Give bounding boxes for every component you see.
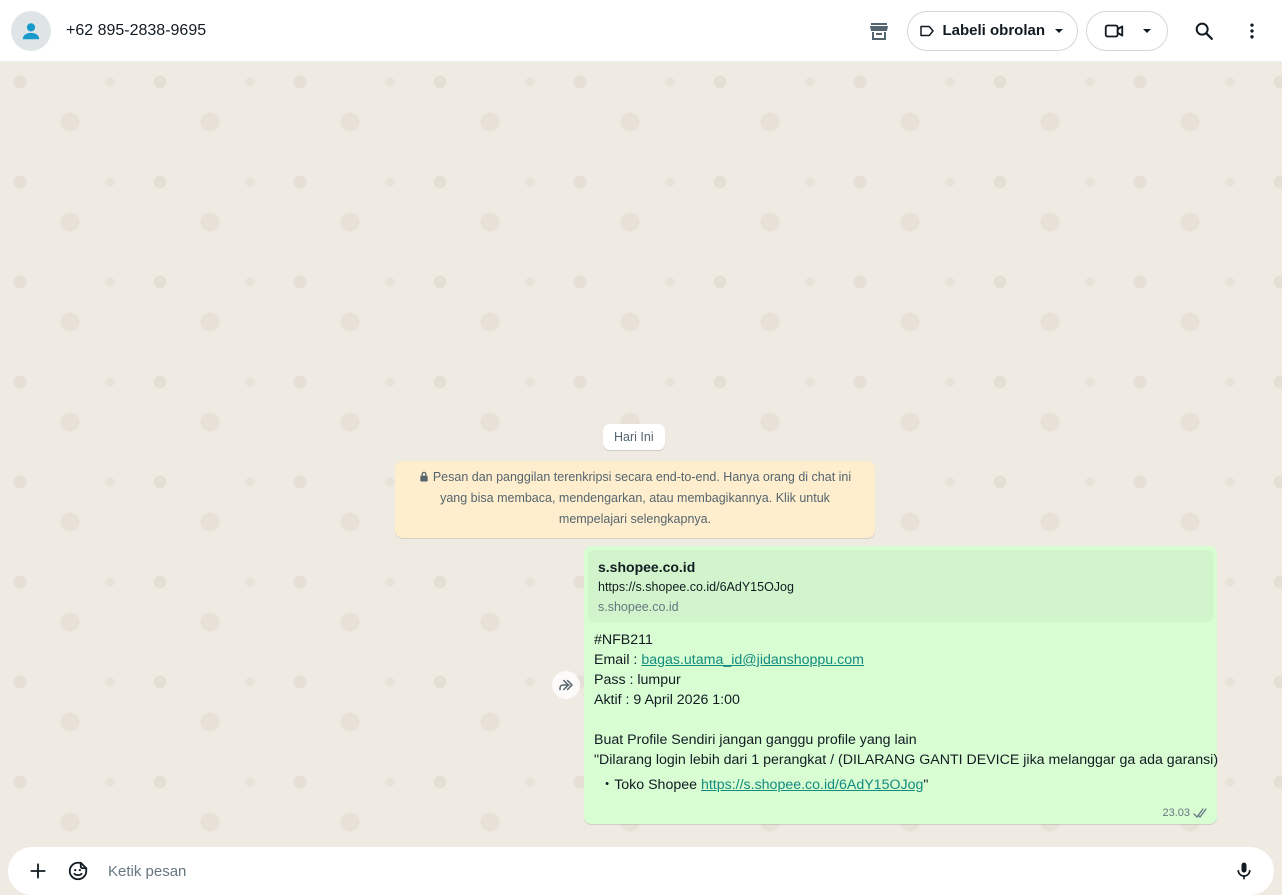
more-options-icon (1250, 23, 1254, 38)
label-chat-label: Labeli obrolan (942, 22, 1045, 39)
scrollbar[interactable] (1278, 62, 1282, 845)
email-link[interactable]: bagas.utama_id@jidanshoppu.com (641, 652, 864, 668)
link-preview-title: s.shopee.co.id (598, 559, 696, 575)
sticker-button[interactable] (58, 851, 98, 891)
voice-message-button[interactable] (1224, 851, 1264, 891)
label-chat-button[interactable]: Labeli obrolan (907, 10, 1078, 51)
message-input[interactable]: Ketik pesan (108, 863, 1224, 880)
message-body: #NFB211 Email : bagas.utama_id@jidanshop… (588, 622, 1219, 795)
email-label: Email : (594, 652, 642, 668)
search-icon (1195, 22, 1213, 40)
link-preview[interactable]: s.shopee.co.id https://s.shopee.co.id/6A… (588, 550, 1213, 622)
avatar-icon (22, 22, 40, 39)
chat-header: +62 895-2838-9695 Labeli obrolan (0, 0, 1282, 62)
message-time: 23.03 (1162, 807, 1190, 819)
message-composer[interactable]: Ketik pesan (8, 847, 1274, 895)
link-preview-domain: s.shopee.co.id (598, 600, 679, 614)
catalog-button[interactable] (859, 11, 899, 51)
message-line-shop: ・Toko Shopee https://s.shopee.co.id/6AdY… (594, 775, 1207, 795)
message-line-pass: Pass : lumpur (594, 672, 681, 688)
shop-link[interactable]: https://s.shopee.co.id/6AdY15OJog (701, 777, 923, 793)
encryption-notice-text: Pesan dan panggilan terenkripsi secara e… (432, 470, 852, 526)
contact-avatar[interactable] (11, 10, 51, 51)
shop-prefix: ・Toko Shopee (600, 777, 701, 793)
message-line-code: #NFB211 (594, 632, 653, 648)
message-line-active: Aktif : 9 April 2026 1:00 (594, 692, 740, 708)
composer-bar: Ketik pesan (0, 845, 1282, 895)
plus-icon (30, 863, 46, 879)
shop-suffix: " (923, 777, 929, 793)
microphone-icon (1237, 862, 1251, 880)
sticker-icon (68, 861, 88, 881)
date-divider: Hari Ini (603, 424, 665, 450)
message-meta: 23.03 (1162, 807, 1209, 819)
contact-name[interactable]: +62 895-2838-9695 (66, 22, 206, 40)
lock-icon (420, 471, 428, 482)
forward-message-button[interactable] (552, 671, 580, 699)
link-preview-url: https://s.shopee.co.id/6AdY15OJog (598, 580, 794, 594)
menu-button[interactable] (1232, 11, 1272, 51)
encryption-notice[interactable]: Pesan dan panggilan terenkripsi secara e… (395, 461, 875, 538)
video-call-icon (1104, 24, 1124, 37)
video-call-button[interactable] (1086, 10, 1168, 51)
chevron-down-icon (1055, 28, 1063, 33)
read-receipt-icon (1193, 807, 1207, 818)
search-button[interactable] (1184, 11, 1224, 51)
message-line-warning: "Dilarang login lebih dari 1 perangkat /… (594, 752, 1219, 768)
attach-button[interactable] (18, 851, 58, 891)
forward-icon (559, 679, 573, 691)
label-icon (920, 25, 935, 36)
message-line-email: Email : bagas.utama_id@jidanshoppu.com (594, 650, 1207, 670)
outgoing-message[interactable]: s.shopee.co.id https://s.shopee.co.id/6A… (584, 546, 1219, 824)
chat-messages-area[interactable]: Hari Ini Pesan dan panggilan terenkripsi… (0, 62, 1282, 845)
message-line-profile: Buat Profile Sendiri jangan ganggu profi… (594, 732, 917, 748)
store-icon (870, 22, 889, 40)
chevron-down-icon (1143, 28, 1151, 33)
